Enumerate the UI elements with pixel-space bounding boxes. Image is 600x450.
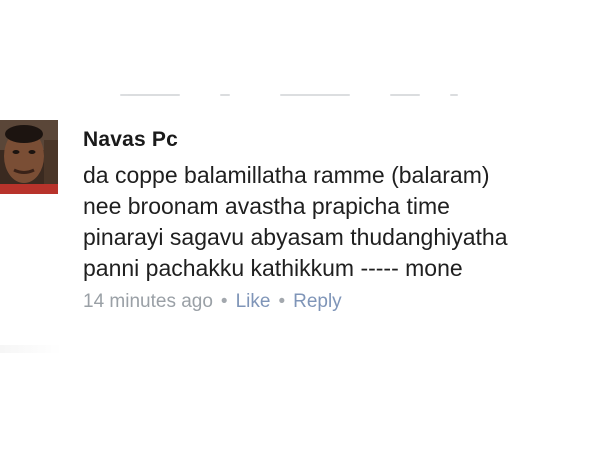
comment-line: pinarayi sagavu abyasam thudanghiyatha bbox=[83, 224, 508, 250]
profile-photo-icon bbox=[0, 120, 58, 194]
comment-timestamp[interactable]: 14 minutes ago bbox=[83, 291, 213, 312]
separator-dot: • bbox=[220, 291, 228, 312]
comment-line: panni pachakku kathikkum ----- mone bbox=[83, 255, 463, 281]
separator-dot: • bbox=[278, 291, 286, 312]
comment-line: nee broonam avastha prapicha time bbox=[83, 193, 450, 219]
comment-block: Navas Pc da coppe balamillatha ramme (ba… bbox=[83, 126, 598, 315]
comment-line: da coppe balamillatha ramme (balaram) bbox=[83, 162, 490, 188]
comment-screenshot: Navas Pc da coppe balamillatha ramme (ba… bbox=[0, 0, 600, 450]
reply-link[interactable]: Reply bbox=[293, 291, 342, 312]
avatar[interactable] bbox=[0, 120, 58, 194]
comment-author-name[interactable]: Navas Pc bbox=[83, 126, 598, 154]
comment-meta: 14 minutes ago • Like • Reply bbox=[83, 289, 598, 315]
faded-divider bbox=[0, 345, 62, 353]
like-link[interactable]: Like bbox=[236, 291, 271, 312]
comment-body: da coppe balamillatha ramme (balaram) ne… bbox=[83, 160, 598, 284]
faded-previous-content bbox=[90, 92, 490, 98]
